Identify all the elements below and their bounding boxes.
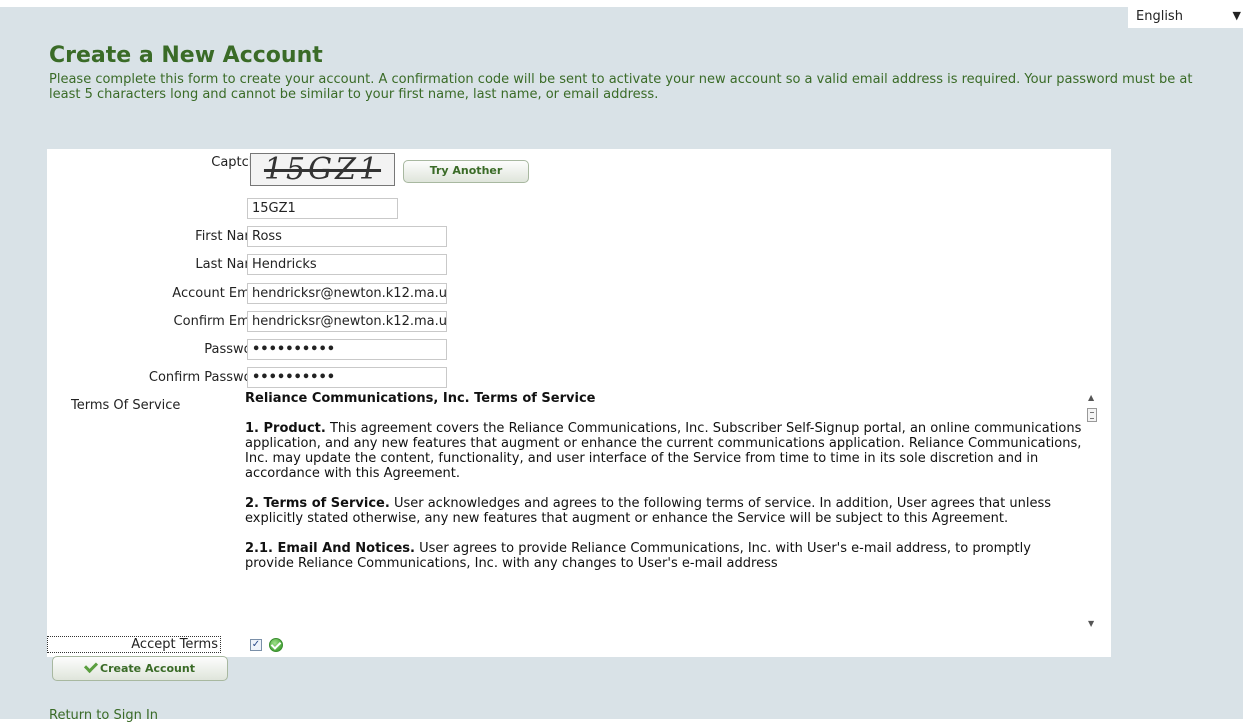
password-row: Password •••••••••• <box>47 339 1111 361</box>
account-email-row: Account Email hendricksr@newton.k12.ma.u… <box>47 283 1111 305</box>
scroll-down-arrow-icon[interactable]: ▼ <box>1088 619 1094 628</box>
scroll-up-arrow-icon[interactable]: ▲ <box>1088 393 1094 402</box>
last-name-row: Last Name Hendricks <box>47 254 1111 276</box>
scroll-thumb[interactable] <box>1087 408 1097 422</box>
language-select[interactable]: English ▼ <box>1128 7 1243 28</box>
password-input[interactable]: •••••••••• <box>247 339 447 360</box>
accept-terms-checkbox[interactable]: ✓ <box>250 639 262 651</box>
try-another-button[interactable]: Try Another <box>403 160 529 183</box>
terms-text-area[interactable]: Reliance Communications, Inc. Terms of S… <box>245 391 1082 627</box>
return-to-sign-in-link[interactable]: Return to Sign In <box>49 708 158 723</box>
confirm-password-input[interactable]: •••••••••• <box>247 367 447 388</box>
confirm-password-row: Confirm Password •••••••••• <box>47 367 1111 389</box>
terms-section: 2.1. Email And Notices. User agrees to p… <box>245 541 1031 571</box>
captcha-image: 15GZ1 <box>250 153 395 186</box>
account-email-input[interactable]: hendricksr@newton.k12.ma.us <box>247 283 447 304</box>
intro-text: Please complete this form to create your… <box>49 72 1193 102</box>
terms-section: 2. Terms of Service. User acknowledges a… <box>245 496 1052 526</box>
accept-terms-label[interactable]: Accept Terms <box>47 636 221 653</box>
captcha-row: Captcha <box>47 149 1111 171</box>
first-name-row: First Name Ross <box>47 226 1111 248</box>
last-name-input[interactable]: Hendricks <box>247 254 447 275</box>
language-selected: English <box>1136 9 1183 24</box>
page-title: Create a New Account <box>49 43 323 68</box>
create-account-button[interactable]: Create Account <box>52 656 228 681</box>
terms-label: Terms Of Service <box>71 398 181 413</box>
captcha-input[interactable]: 15GZ1 <box>247 198 398 219</box>
chevron-down-icon: ▼ <box>1232 9 1241 22</box>
confirm-email-input[interactable]: hendricksr@newton.k12.ma.us <box>247 311 447 332</box>
signup-form: Captcha 15GZ1 Try Another 15GZ1 First Na… <box>47 149 1111 657</box>
valid-check-icon <box>269 638 283 652</box>
first-name-input[interactable]: Ross <box>247 226 447 247</box>
check-mark-icon <box>83 658 99 674</box>
terms-title: Reliance Communications, Inc. Terms of S… <box>245 391 596 406</box>
terms-section: 1. Product. This agreement covers the Re… <box>245 421 1082 481</box>
terms-scrollbar[interactable]: ▲ ▼ <box>1085 392 1101 628</box>
confirm-email-row: Confirm Email hendricksr@newton.k12.ma.u… <box>47 311 1111 333</box>
